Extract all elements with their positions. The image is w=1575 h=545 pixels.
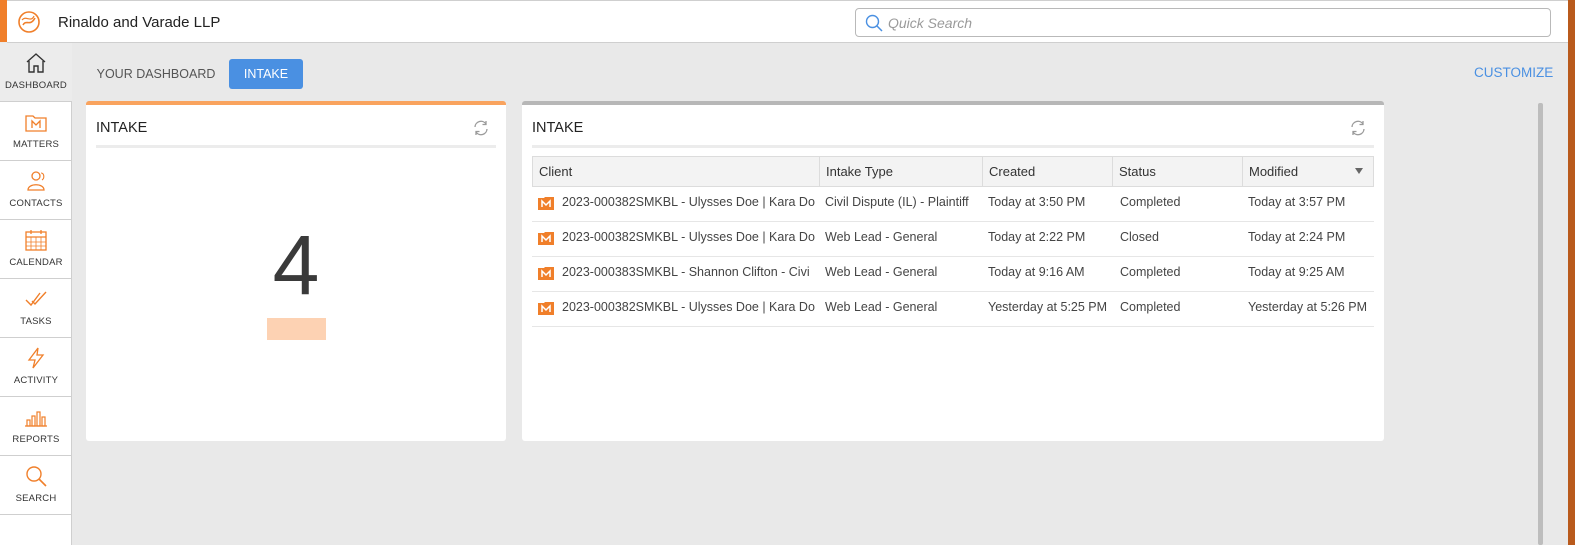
calendar-icon <box>25 230 47 251</box>
sidebar-item-contacts[interactable]: CONTACTS <box>0 161 72 220</box>
tasks-icon <box>25 291 47 307</box>
sidebar-item-calendar[interactable]: CALENDAR <box>0 220 72 279</box>
customize-link[interactable]: CUSTOMIZE <box>1474 65 1553 80</box>
sort-descending-icon[interactable] <box>1355 168 1363 174</box>
firm-name: Rinaldo and Varade LLP <box>58 14 221 31</box>
search-icon <box>26 466 47 487</box>
column-header-intake-type[interactable]: Intake Type <box>820 157 983 186</box>
table-header: Client Intake Type Created Status Modifi… <box>532 156 1374 187</box>
column-header-label: Modified <box>1249 164 1299 179</box>
reports-icon <box>25 411 47 427</box>
cell-status: Completed <box>1120 300 1181 314</box>
column-header-client[interactable]: Client <box>533 157 820 186</box>
sidebar-item-label: ACTIVITY <box>13 375 59 386</box>
sidebar-item-label: DASHBOARD <box>5 80 67 91</box>
cell-status: Closed <box>1120 230 1159 244</box>
cell-modified: Today at 2:24 PM <box>1248 230 1346 244</box>
cell-modified: Today at 9:25 AM <box>1248 265 1345 279</box>
sidebar-item-search[interactable]: SEARCH <box>0 456 72 515</box>
sidebar-item-matters[interactable]: MATTERS <box>0 102 72 161</box>
cell-modified: Yesterday at 5:26 PM <box>1248 300 1368 314</box>
column-header-status[interactable]: Status <box>1113 157 1243 186</box>
sidebar-item-label: CONTACTS <box>9 198 63 209</box>
sidebar-item-label: TASKS <box>20 316 52 327</box>
activity-icon <box>27 347 45 369</box>
search-icon <box>865 14 883 32</box>
contacts-icon <box>27 171 45 191</box>
refresh-icon[interactable] <box>472 119 490 142</box>
cell-intake-type: Web Lead - General <box>825 230 938 244</box>
intake-count-bar <box>267 318 326 340</box>
cell-status: Completed <box>1120 195 1181 209</box>
cell-created: Today at 3:50 PM <box>988 195 1086 209</box>
sidebar-item-activity[interactable]: ACTIVITY <box>0 338 72 397</box>
cell-created: Today at 2:22 PM <box>988 230 1086 244</box>
sidebar-item-tasks[interactable]: TASKS <box>0 279 72 338</box>
cell-client[interactable]: 2023-000383SMKBL - Shannon Clifton - Civ… <box>532 257 819 291</box>
sidebar-item-label: SEARCH <box>15 493 57 504</box>
intake-table-widget: INTAKE Client Intake Type Created Status… <box>522 101 1384 441</box>
matters-icon <box>25 115 47 132</box>
intake-count-value[interactable]: 4 <box>86 223 506 307</box>
table-row[interactable]: 2023-000382SMKBL - Ulysses Doe | Kara Do… <box>532 187 1374 222</box>
widget-title: INTAKE <box>96 120 148 136</box>
window-frame-left <box>0 0 7 42</box>
sidebar-item-reports[interactable]: REPORTS <box>0 397 72 456</box>
table-row[interactable]: 2023-000382SMKBL - Ulysses Doe | Kara Do… <box>532 222 1374 257</box>
widget-title: INTAKE <box>532 120 584 136</box>
sidebar-item-label: REPORTS <box>12 434 60 445</box>
top-bar: Rinaldo and Varade LLP <box>7 0 1568 43</box>
column-header-created[interactable]: Created <box>983 157 1113 186</box>
cell-modified: Today at 3:57 PM <box>1248 195 1346 209</box>
intake-count-widget: INTAKE 4 <box>86 101 506 441</box>
widget-divider <box>532 145 1374 148</box>
tab-your-dashboard[interactable]: YOUR DASHBOARD <box>88 59 224 89</box>
quick-search-box[interactable] <box>855 8 1551 37</box>
cell-intake-type: Web Lead - General <box>825 300 938 314</box>
cell-status: Completed <box>1120 265 1181 279</box>
cell-client[interactable]: 2023-000382SMKBL - Ulysses Doe | Kara Do <box>532 222 819 256</box>
cell-client[interactable]: 2023-000382SMKBL - Ulysses Doe | Kara Do <box>532 187 819 221</box>
sidebar-item-label: MATTERS <box>12 139 60 150</box>
quick-search-input[interactable] <box>888 13 1538 33</box>
column-header-modified[interactable]: Modified <box>1243 157 1373 186</box>
window-frame-right <box>1568 0 1575 545</box>
cell-created: Yesterday at 5:25 PM <box>988 300 1108 314</box>
sidebar-item-dashboard[interactable]: DASHBOARD <box>0 43 72 102</box>
sidebar-item-label: CALENDAR <box>9 257 63 268</box>
table-row[interactable]: 2023-000382SMKBL - Ulysses Doe | Kara Do… <box>532 292 1374 327</box>
table-row[interactable]: 2023-000383SMKBL - Shannon Clifton - Civ… <box>532 257 1374 292</box>
sidebar: DASHBOARD MATTERS CONTACTS CALENDAR TASK… <box>0 43 72 545</box>
widget-divider <box>96 145 496 148</box>
cell-client[interactable]: 2023-000382SMKBL - Ulysses Doe | Kara Do <box>532 292 819 326</box>
cell-intake-type: Web Lead - General <box>825 265 938 279</box>
firm-logo-icon[interactable] <box>17 10 41 34</box>
refresh-icon[interactable] <box>1349 119 1367 142</box>
page-scrollbar[interactable] <box>1538 103 1543 545</box>
home-icon <box>26 53 46 73</box>
tab-intake[interactable]: INTAKE <box>229 59 303 89</box>
cell-created: Today at 9:16 AM <box>988 265 1085 279</box>
cell-intake-type: Civil Dispute (IL) - Plaintiff <box>825 195 969 209</box>
